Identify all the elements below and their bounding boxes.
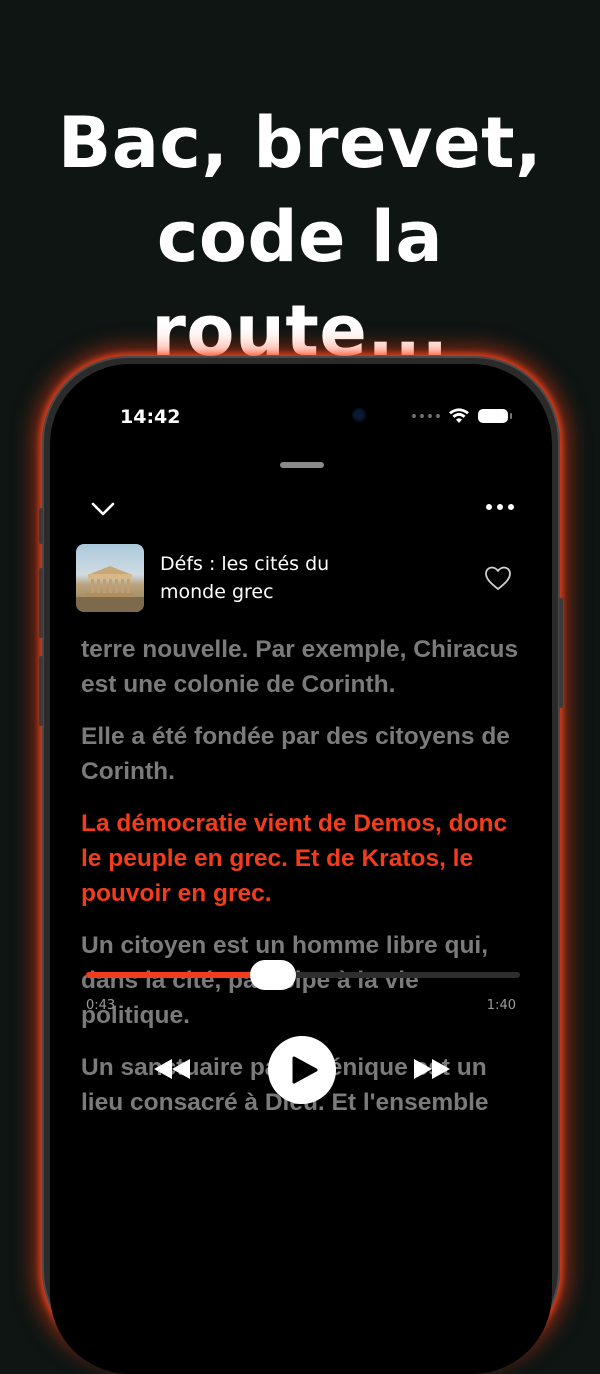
fast-forward-icon[interactable] — [410, 1054, 454, 1084]
sheet-grabber[interactable] — [280, 462, 324, 468]
parthenon-image — [76, 566, 144, 612]
status-icons — [412, 406, 512, 426]
rewind-icon[interactable] — [150, 1054, 194, 1084]
lyric-line: terre nouvelle. Par exemple, Chiracus es… — [81, 636, 519, 698]
headline-line-2: code la route... — [151, 196, 449, 372]
lyric-line: Un citoyen est un homme libre qui, dans … — [81, 932, 489, 1029]
phone-volume-down — [39, 656, 43, 726]
status-time: 14:42 — [120, 406, 181, 428]
phone-volume-up — [39, 568, 43, 638]
phone-screen: 14:42 Défs: les cités du monde grec ter… — [50, 364, 552, 1374]
more-options-button[interactable] — [486, 504, 514, 510]
battery-icon — [478, 409, 512, 423]
phone-power-button — [559, 598, 563, 708]
play-button[interactable] — [268, 1036, 336, 1104]
progress-thumb[interactable] — [249, 960, 296, 990]
front-camera — [354, 410, 364, 420]
lyric-line-active: La démocratie vient de Demos, donc le pe… — [81, 810, 508, 907]
headline: Bac, brevet, code la route... — [0, 96, 600, 378]
phone-mute-switch — [39, 508, 43, 544]
play-icon — [292, 1056, 318, 1084]
total-time: 1:40 — [486, 998, 516, 1013]
elapsed-time: 0:43 — [86, 998, 116, 1013]
track-cover-art — [76, 544, 144, 612]
cellular-signal-icon — [412, 414, 440, 418]
track-title[interactable]: Défs : les cités du monde grec — [160, 550, 390, 606]
progress-slider[interactable] — [86, 960, 520, 990]
headline-line-1: Bac, brevet, — [57, 102, 543, 184]
progress-fill — [86, 972, 273, 978]
phone-frame: 14:42 Défs: les cités du monde grec ter… — [39, 356, 563, 1374]
heart-icon[interactable] — [484, 565, 512, 591]
lyric-line: Elle a été fondée par des citoyens de Co… — [81, 723, 510, 785]
more-horizontal-icon — [486, 504, 492, 510]
chevron-down-icon[interactable] — [88, 494, 118, 524]
wifi-icon — [449, 408, 469, 423]
